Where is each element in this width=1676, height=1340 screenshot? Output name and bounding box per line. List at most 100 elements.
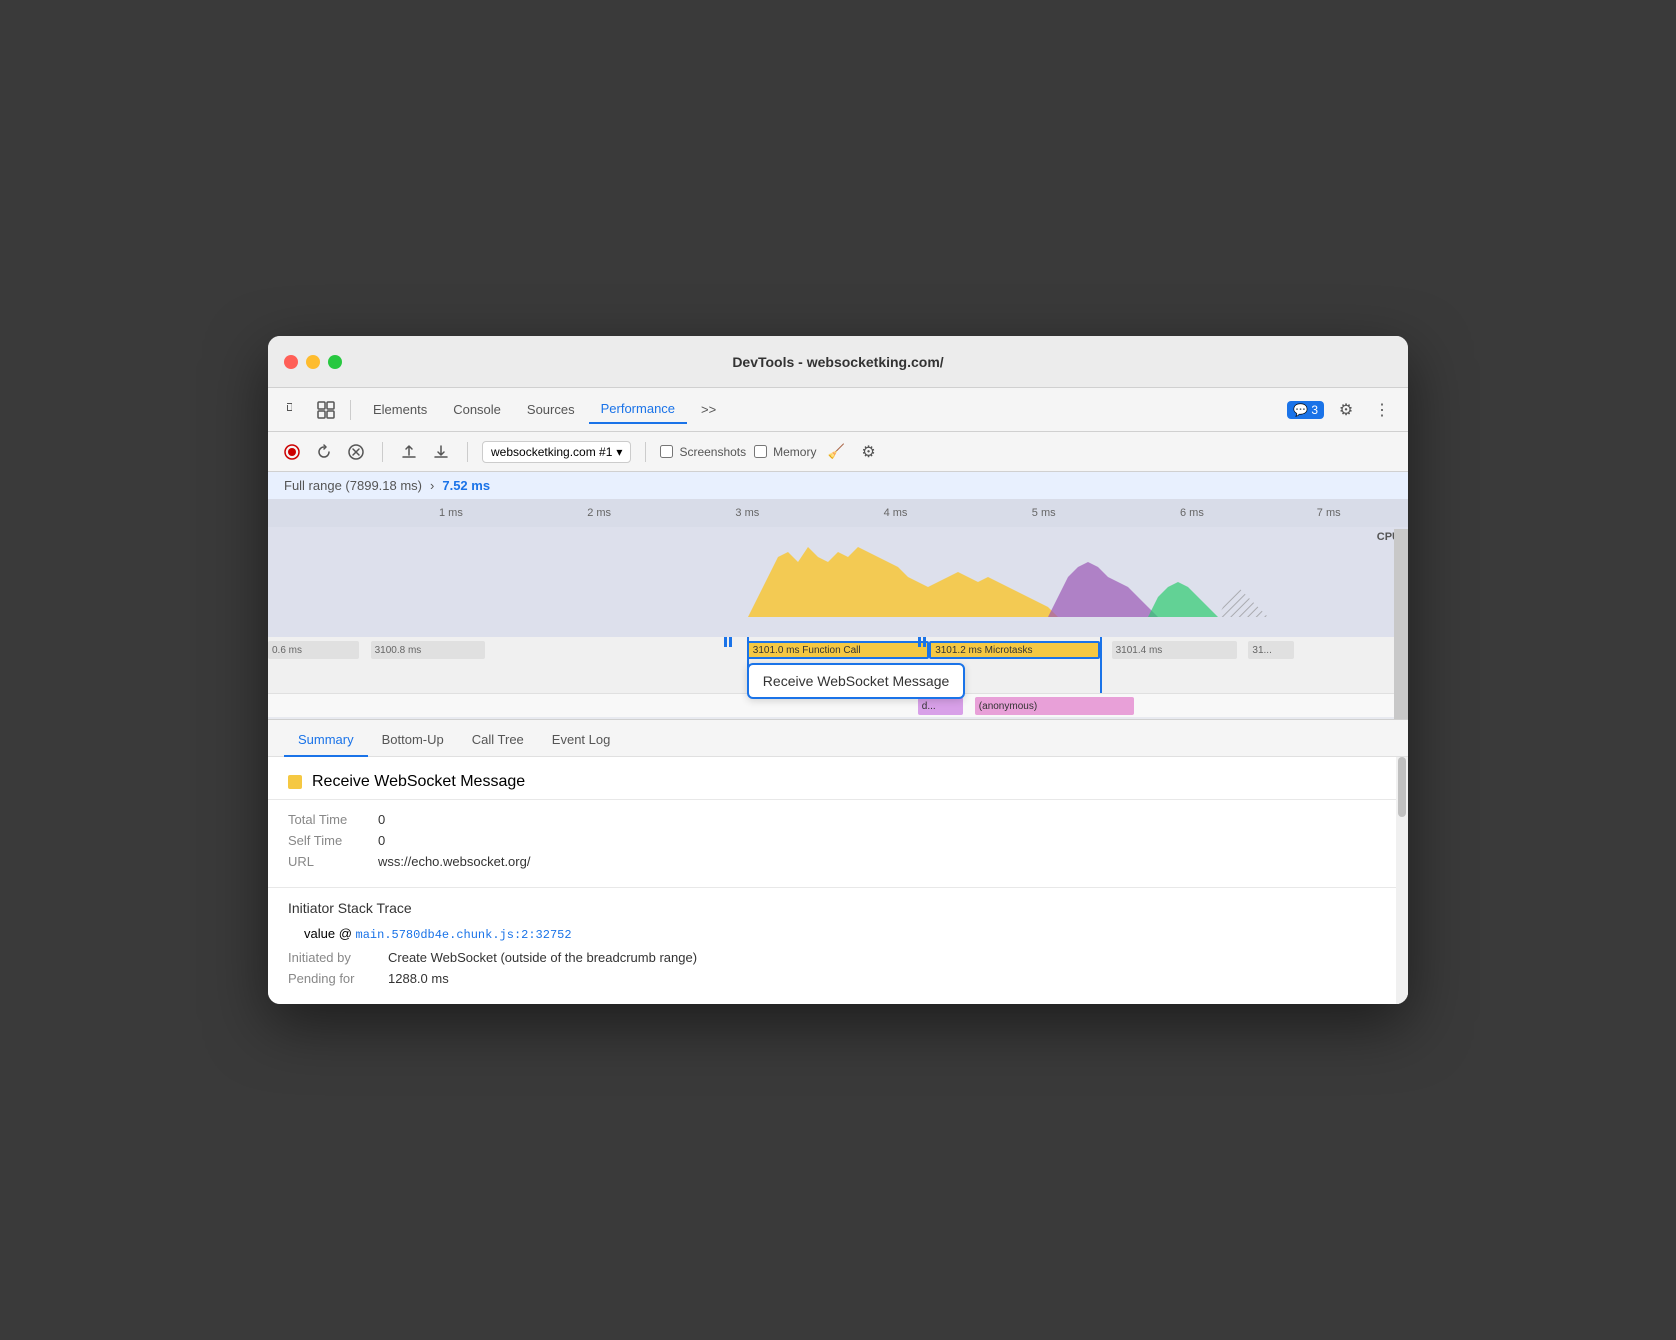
- pending-for-value: 1288.0 ms: [388, 971, 449, 986]
- timeline-section[interactable]: 1 ms 2 ms 3 ms 4 ms 5 ms 6 ms 7 ms: [268, 499, 1408, 719]
- pause-right: [918, 637, 926, 647]
- perf-settings-icon[interactable]: ⚙: [856, 440, 880, 464]
- flame-bar-anonymous[interactable]: (anonymous): [975, 697, 1135, 715]
- ruler-1ms: 1 ms: [439, 507, 463, 519]
- total-time-row: Total Time 0: [288, 812, 1388, 827]
- main-toolbar: Elements Console Sources Performance >> …: [268, 388, 1408, 432]
- initiated-by-value: Create WebSocket (outside of the breadcr…: [388, 950, 697, 965]
- tab-more[interactable]: >>: [689, 396, 728, 423]
- pause-left: [724, 637, 732, 647]
- initiator-section: Initiator Stack Trace value @ main.5780d…: [268, 888, 1408, 1004]
- tab-sources[interactable]: Sources: [515, 396, 587, 423]
- range-bar: Full range (7899.18 ms) › 7.52 ms: [268, 472, 1408, 499]
- separator: [350, 400, 351, 420]
- badge-count: 3: [1311, 403, 1318, 417]
- summary-scrollbar-thumb[interactable]: [1398, 757, 1406, 817]
- more-options-icon[interactable]: ⋮: [1368, 396, 1396, 424]
- tab-summary[interactable]: Summary: [284, 724, 368, 757]
- self-time-label: Self Time: [288, 833, 378, 848]
- perf-toolbar: websocketking.com #1 ▾ Screenshots Memor…: [268, 432, 1408, 472]
- url-label: websocketking.com #1: [491, 445, 612, 459]
- sep4: [645, 442, 646, 462]
- clean-icon[interactable]: 🧹: [824, 440, 848, 464]
- ruler-3ms: 3 ms: [735, 507, 759, 519]
- refresh-button[interactable]: [312, 440, 336, 464]
- summary-scrollbar-track[interactable]: [1396, 757, 1408, 1004]
- traffic-lights: [284, 355, 342, 369]
- url-value: wss://echo.websocket.org/: [378, 854, 530, 869]
- total-time-label: Total Time: [288, 812, 378, 827]
- event-color-dot: [288, 775, 302, 789]
- net-row: NET: [268, 627, 1408, 637]
- download-button[interactable]: [429, 440, 453, 464]
- ruler-7ms: 7 ms: [1317, 507, 1341, 519]
- url-label: URL: [288, 854, 378, 869]
- selection-right: [1100, 637, 1102, 693]
- flame-bar-d[interactable]: d...: [918, 697, 964, 715]
- memory-label[interactable]: Memory: [773, 445, 816, 459]
- ruler-2ms: 2 ms: [587, 507, 611, 519]
- settings-icon[interactable]: ⚙: [1332, 396, 1360, 424]
- initiated-by-row: Initiated by Create WebSocket (outside o…: [288, 950, 1388, 965]
- total-time-value: 0: [378, 812, 385, 827]
- flame-bar-function-call[interactable]: 3101.0 ms Function Call: [747, 641, 929, 659]
- url-row: URL wss://echo.websocket.org/: [288, 854, 1388, 869]
- flame-bar-0ms6: 0.6 ms: [268, 641, 359, 659]
- tab-performance[interactable]: Performance: [589, 395, 687, 424]
- timeline-handle[interactable]: [1394, 529, 1408, 719]
- pending-for-label: Pending for: [288, 971, 388, 986]
- flame-tooltip: Receive WebSocket Message: [747, 663, 966, 699]
- message-icon: 💬: [1293, 403, 1308, 417]
- pending-for-row: Pending for 1288.0 ms: [288, 971, 1388, 986]
- flame-bar-3100ms8: 3100.8 ms: [371, 641, 485, 659]
- maximize-button[interactable]: [328, 355, 342, 369]
- close-button[interactable]: [284, 355, 298, 369]
- url-selector[interactable]: websocketking.com #1 ▾: [482, 441, 631, 463]
- flame-bar-3101ms4: 3101.4 ms: [1112, 641, 1237, 659]
- tab-event-log[interactable]: Event Log: [538, 724, 625, 757]
- titlebar: DevTools - websocketking.com/: [268, 336, 1408, 388]
- stack-link[interactable]: main.5780db4e.chunk.js:2:32752: [356, 928, 572, 942]
- stack-prefix: value @: [304, 926, 352, 941]
- memory-checkbox-group: Memory: [754, 445, 816, 459]
- tooltip-text: Receive WebSocket Message: [763, 673, 950, 689]
- bottom-tabs: Summary Bottom-Up Call Tree Event Log: [268, 719, 1408, 757]
- inspect-icon[interactable]: [312, 396, 340, 424]
- minimize-button[interactable]: [306, 355, 320, 369]
- tab-elements[interactable]: Elements: [361, 396, 439, 423]
- tab-console[interactable]: Console: [441, 396, 513, 423]
- stack-trace-item: value @ main.5780db4e.chunk.js:2:32752: [288, 926, 1388, 942]
- range-arrow: ›: [430, 478, 434, 493]
- cursor-icon[interactable]: [280, 396, 308, 424]
- screenshots-checkbox[interactable]: [660, 445, 673, 458]
- screenshots-label[interactable]: Screenshots: [679, 445, 746, 459]
- memory-checkbox[interactable]: [754, 445, 767, 458]
- chevron-down-icon: ▾: [616, 445, 622, 459]
- nav-tabs: Elements Console Sources Performance >>: [361, 395, 1283, 424]
- devtools-window: DevTools - websocketking.com/ Elements C…: [268, 336, 1408, 1004]
- initiated-by-label: Initiated by: [288, 950, 388, 965]
- flame-bar-microtasks[interactable]: 3101.2 ms Microtasks: [929, 641, 1100, 659]
- screenshots-checkbox-group: Screenshots: [660, 445, 746, 459]
- upload-button[interactable]: [397, 440, 421, 464]
- flame-row-1[interactable]: 0.6 ms 3100.8 ms 3101.0 ms Function Call…: [268, 637, 1408, 693]
- self-time-value: 0: [378, 833, 385, 848]
- tab-call-tree[interactable]: Call Tree: [458, 724, 538, 757]
- self-time-row: Self Time 0: [288, 833, 1388, 848]
- summary-header: Receive WebSocket Message: [268, 757, 1408, 800]
- cpu-chart: CPU: [268, 527, 1408, 627]
- ruler-4ms: 4 ms: [884, 507, 908, 519]
- window-title: DevTools - websocketking.com/: [732, 354, 943, 370]
- ruler-6ms: 6 ms: [1180, 507, 1204, 519]
- initiator-title: Initiator Stack Trace: [288, 900, 1388, 916]
- tab-bottom-up[interactable]: Bottom-Up: [368, 724, 458, 757]
- sep2: [382, 442, 383, 462]
- clear-button[interactable]: [344, 440, 368, 464]
- event-title: Receive WebSocket Message: [312, 773, 525, 791]
- range-label: Full range (7899.18 ms): [284, 478, 422, 493]
- record-button[interactable]: [280, 440, 304, 464]
- sep3: [467, 442, 468, 462]
- summary-panel: Receive WebSocket Message Total Time 0 S…: [268, 757, 1408, 1004]
- message-badge[interactable]: 💬 3: [1287, 401, 1324, 419]
- range-highlight: 7.52 ms: [442, 478, 490, 493]
